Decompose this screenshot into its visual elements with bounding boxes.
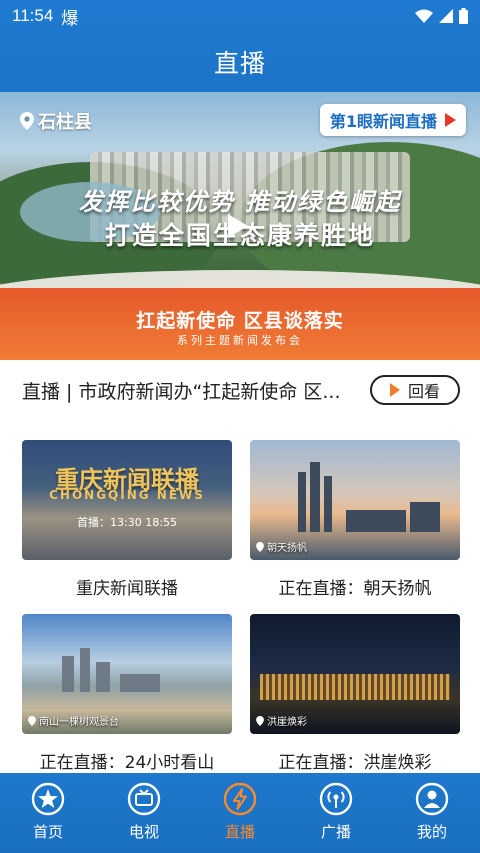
thumb-building <box>96 662 110 692</box>
hero-band-title: 扛起新使命 区县谈落实 <box>136 310 344 332</box>
thumb-en-title: CHONGQING NEWS <box>49 488 205 502</box>
wifi-icon <box>415 9 433 23</box>
carrier-glyph: 爆 <box>61 8 79 29</box>
location-pin-icon <box>256 541 264 552</box>
replay-button[interactable]: 回看 <box>370 375 460 405</box>
live-news-badge[interactable]: 第1眼新闻直播 <box>319 104 466 136</box>
location-pin-icon <box>256 715 264 726</box>
channel-thumbnail[interactable]: 南山一棵树观景台 <box>22 614 232 734</box>
thumb-location-label: 朝天扬帆 <box>267 543 307 554</box>
location-label: 石柱县 <box>38 112 92 133</box>
tab-radio[interactable]: 广播 <box>288 773 384 853</box>
news-headline[interactable]: 直播 | 市政府新闻办“扛起新使命 区... <box>22 377 354 404</box>
location-pin-icon <box>20 112 34 130</box>
channel-card[interactable]: 洪崖焕彩 正在直播：洪崖焕彩 <box>250 614 460 773</box>
tab-label: 直播 <box>224 823 255 841</box>
thumb-tower <box>298 472 306 532</box>
location-tag: 石柱县 <box>20 108 92 134</box>
thumb-location-label: 南山一棵树观景台 <box>39 717 119 728</box>
play-icon[interactable] <box>228 214 248 238</box>
channel-thumbnail[interactable]: 重庆新闻联播 CHONGQING NEWS 首播：13:30 18:55 <box>22 440 232 560</box>
thumb-night-lights <box>260 674 450 700</box>
status-icons <box>415 8 468 24</box>
news-row[interactable]: 直播 | 市政府新闻办“扛起新使命 区... 回看 <box>0 362 480 418</box>
channel-caption[interactable]: 正在直播：朝天扬帆 <box>250 574 460 599</box>
page-title: 直播 <box>213 49 266 78</box>
tab-live[interactable]: 直播 <box>192 773 288 853</box>
channel-card[interactable]: 重庆新闻联播 CHONGQING NEWS 首播：13:30 18:55 重庆新… <box>22 440 232 599</box>
channel-caption[interactable]: 正在直播：洪崖焕彩 <box>250 748 460 773</box>
thumb-building <box>80 648 90 692</box>
status-bar: 11:54 爆 <box>0 0 480 32</box>
star-icon <box>30 781 66 817</box>
status-time: 11:54 <box>12 6 54 25</box>
bottom-tab-bar: 首页 电视 直播 广播 我的 <box>0 773 480 853</box>
channel-caption[interactable]: 重庆新闻联播 <box>22 574 232 599</box>
tab-home[interactable]: 首页 <box>0 773 96 853</box>
tab-label: 电视 <box>128 823 159 841</box>
broadcast-icon <box>318 781 354 817</box>
hero-banner[interactable]: 石柱县 第1眼新闻直播 发挥比较优势 推动绿色崛起 打造全国生态康养胜地 扛起新… <box>0 92 480 360</box>
play-triangle-icon <box>445 113 456 127</box>
thumb-location: 洪崖焕彩 <box>256 713 307 728</box>
tv-icon <box>126 781 162 817</box>
thumb-building <box>62 656 74 692</box>
thumb-tower <box>410 502 440 532</box>
hero-slogan-line1: 发挥比较优势 推动绿色崛起 <box>78 187 402 216</box>
lightning-icon <box>222 781 258 817</box>
thumb-tower <box>324 476 332 532</box>
thumb-airtime: 首播：13:30 18:55 <box>77 516 177 529</box>
channel-thumbnail[interactable]: 朝天扬帆 <box>250 440 460 560</box>
signal-icon <box>439 9 453 23</box>
battery-icon <box>459 8 468 24</box>
thumb-tower <box>310 462 320 532</box>
replay-label: 回看 <box>407 382 440 401</box>
tab-tv[interactable]: 电视 <box>96 773 192 853</box>
thumb-location-label: 洪崖焕彩 <box>267 717 307 728</box>
tab-label: 首页 <box>32 823 63 841</box>
thumb-tower <box>346 510 406 532</box>
channel-card[interactable]: 朝天扬帆 正在直播：朝天扬帆 <box>250 440 460 599</box>
channel-caption[interactable]: 正在直播：24小时看山 <box>22 748 232 773</box>
top-bar: 11:54 爆 直播 <box>0 0 480 92</box>
channel-card[interactable]: 南山一棵树观景台 正在直播：24小时看山 <box>22 614 232 773</box>
thumb-location: 南山一棵树观景台 <box>28 713 119 728</box>
tab-label: 广播 <box>320 823 351 841</box>
thumb-building <box>120 674 160 692</box>
tab-mine[interactable]: 我的 <box>384 773 480 853</box>
hero-band-subtitle: 系列主题新闻发布会 <box>177 334 303 347</box>
replay-play-icon <box>389 383 400 397</box>
location-pin-icon <box>28 715 36 726</box>
thumb-location: 朝天扬帆 <box>256 539 307 554</box>
user-icon <box>414 781 450 817</box>
tab-label: 我的 <box>416 823 447 841</box>
channel-thumbnail[interactable]: 洪崖焕彩 <box>250 614 460 734</box>
live-badge-label: 第1眼新闻直播 <box>329 112 437 131</box>
